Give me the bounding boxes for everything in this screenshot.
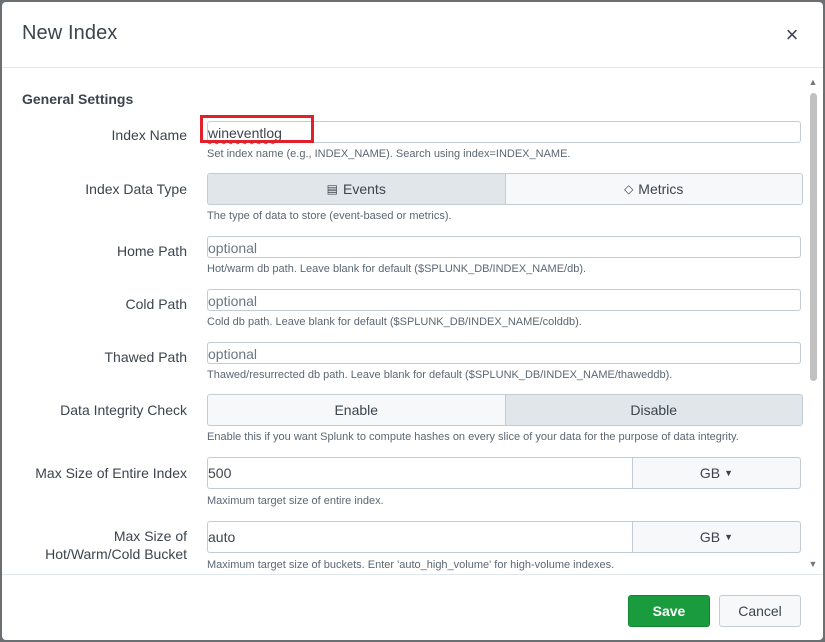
max-size-index-label: Max Size of Entire Index bbox=[35, 465, 187, 481]
modal-title: New Index bbox=[22, 22, 118, 44]
home-path-input[interactable]: optional bbox=[207, 236, 801, 258]
index-data-type-label: Index Data Type bbox=[85, 181, 187, 197]
index-name-help: Set index name (e.g., INDEX_NAME). Searc… bbox=[207, 148, 571, 160]
home-path-label: Home Path bbox=[116, 243, 187, 259]
max-size-bucket-input[interactable]: auto bbox=[207, 521, 632, 553]
enable-option[interactable]: Enable bbox=[208, 395, 505, 425]
new-index-modal: New Index × General Settings Index Name … bbox=[2, 2, 823, 640]
thawed-path-help: Thawed/resurrected db path. Leave blank … bbox=[207, 369, 673, 381]
chevron-down-icon: ▼ bbox=[724, 532, 734, 542]
modal-header: New Index × bbox=[2, 2, 823, 68]
max-size-bucket-label: Max Size of Hot/Warm/Cold Bucket bbox=[7, 527, 187, 563]
max-size-index-unit-select[interactable]: GB ▼ bbox=[632, 457, 801, 489]
home-path-help: Hot/warm db path. Leave blank for defaul… bbox=[207, 263, 587, 275]
close-icon[interactable]: × bbox=[783, 24, 801, 46]
cold-path-input[interactable]: optional bbox=[207, 289, 801, 311]
data-integrity-label: Data Integrity Check bbox=[60, 402, 187, 418]
index-name-value: wineventlog bbox=[208, 125, 282, 141]
cold-path-help: Cold db path. Leave blank for default ($… bbox=[207, 316, 582, 328]
index-data-type-help: The type of data to store (event-based o… bbox=[207, 210, 452, 222]
index-data-type-toggle: ▤ Events ◇ Metrics bbox=[207, 173, 803, 205]
save-button[interactable]: Save bbox=[628, 595, 710, 627]
max-size-bucket-help: Maximum target size of buckets. Enter 'a… bbox=[207, 559, 615, 571]
data-integrity-help: Enable this if you want Splunk to comput… bbox=[207, 431, 739, 443]
metrics-option[interactable]: ◇ Metrics bbox=[504, 174, 802, 204]
chevron-down-icon: ▼ bbox=[724, 468, 734, 478]
max-size-index-input[interactable]: 500 bbox=[207, 457, 632, 489]
section-title: General Settings bbox=[22, 91, 134, 107]
cancel-button[interactable]: Cancel bbox=[719, 595, 801, 627]
disable-option[interactable]: Disable bbox=[504, 395, 802, 425]
events-option[interactable]: ▤ Events bbox=[208, 174, 505, 204]
modal-body: General Settings Index Name wineventlog … bbox=[2, 69, 823, 574]
index-name-label: Index Name bbox=[111, 127, 187, 143]
max-size-index-help: Maximum target size of entire index. bbox=[207, 495, 384, 507]
thawed-path-label: Thawed Path bbox=[104, 349, 188, 365]
max-size-bucket-label-line2: Hot/Warm/Cold Bucket bbox=[45, 546, 187, 562]
events-option-label: Events bbox=[343, 181, 386, 197]
cold-path-label: Cold Path bbox=[125, 296, 187, 312]
max-size-index-unit: GB bbox=[699, 465, 721, 481]
scroll-thumb[interactable] bbox=[810, 93, 817, 381]
max-size-bucket-label-line1: Max Size of bbox=[113, 528, 187, 544]
scroll-up-icon[interactable]: ▲ bbox=[808, 77, 818, 87]
max-size-bucket-unit-select[interactable]: GB ▼ bbox=[632, 521, 801, 553]
index-name-input[interactable]: wineventlog bbox=[207, 121, 801, 143]
max-size-bucket-unit: GB bbox=[699, 529, 721, 545]
data-integrity-toggle: Enable Disable bbox=[207, 394, 803, 426]
thawed-path-input[interactable]: optional bbox=[207, 342, 801, 364]
scroll-down-icon[interactable]: ▼ bbox=[808, 559, 818, 569]
modal-footer: Save Cancel bbox=[2, 574, 823, 640]
scrollbar[interactable]: ▲ ▼ bbox=[805, 71, 821, 573]
document-icon: ▤ bbox=[326, 182, 339, 196]
metrics-option-label: Metrics bbox=[638, 181, 684, 197]
tag-icon: ◇ bbox=[624, 182, 634, 196]
